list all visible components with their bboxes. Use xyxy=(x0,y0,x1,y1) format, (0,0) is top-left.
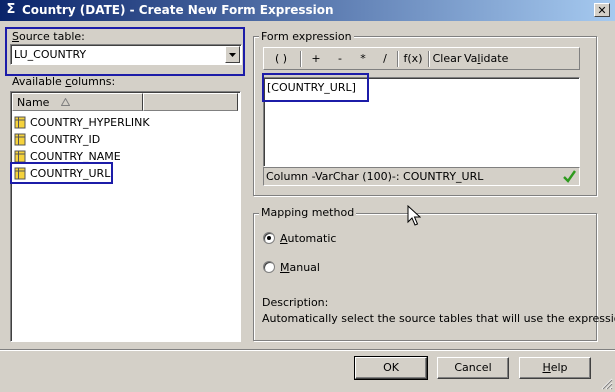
expression-text: [COUNTRY_URL] xyxy=(267,81,356,94)
column-icon xyxy=(14,116,26,129)
multiply-button[interactable]: * xyxy=(353,48,373,70)
available-columns-label: Available columns: xyxy=(12,75,116,88)
toolbar-separator xyxy=(397,51,399,67)
description-text: Automatically select the source tables t… xyxy=(262,312,615,325)
available-columns-list[interactable]: Name COUNTRY_HYPERLINK COUNTRY_ID COUNTR… xyxy=(10,91,241,342)
form-expression-label: Form expression xyxy=(259,30,354,43)
mapping-method-label: Mapping method xyxy=(259,206,357,219)
window-title: Country (DATE) - Create New Form Express… xyxy=(22,3,334,17)
list-item-label: COUNTRY_ID xyxy=(30,133,101,146)
column-icon xyxy=(14,133,26,146)
help-button[interactable]: Help xyxy=(519,357,591,379)
close-button[interactable]: ✕ xyxy=(594,3,610,17)
expression-toolbar: ( ) + - * / f(x) Clear Validate xyxy=(263,47,580,70)
expression-status-bar: Column -VarChar (100)-: COUNTRY_URL xyxy=(263,167,580,186)
column-icon xyxy=(14,167,26,180)
divide-button[interactable]: / xyxy=(375,48,395,70)
list-item-label: COUNTRY_URL xyxy=(30,167,111,180)
minus-button[interactable]: - xyxy=(330,48,350,70)
expression-editor[interactable]: [COUNTRY_URL] xyxy=(263,77,580,167)
manual-radio[interactable] xyxy=(263,261,275,273)
title-bar: Σ Country (DATE) - Create New Form Expre… xyxy=(0,0,615,21)
expression-status-text: Column -VarChar (100)-: COUNTRY_URL xyxy=(266,170,484,183)
toolbar-separator xyxy=(428,51,430,67)
automatic-radio[interactable] xyxy=(263,232,275,244)
bottom-divider xyxy=(0,349,615,351)
source-table-label: Source table: xyxy=(12,30,85,43)
function-button[interactable]: f(x) xyxy=(401,48,425,70)
sort-ascending-icon xyxy=(61,98,70,106)
list-item[interactable]: COUNTRY_NAME xyxy=(14,149,214,165)
mouse-cursor-icon xyxy=(407,205,421,226)
source-table-select[interactable]: LU_COUNTRY xyxy=(10,44,242,65)
cancel-button[interactable]: Cancel xyxy=(437,357,509,379)
column-header-label: Name xyxy=(17,96,50,109)
plus-button[interactable]: + xyxy=(306,48,326,70)
parentheses-button[interactable]: ( ) xyxy=(268,48,294,70)
sigma-icon: Σ xyxy=(6,2,16,17)
manual-label[interactable]: Manual xyxy=(280,261,320,274)
list-item-label: COUNTRY_NAME xyxy=(30,150,121,163)
checkmark-icon xyxy=(563,170,576,183)
column-header-empty[interactable] xyxy=(143,93,238,111)
toolbar-separator xyxy=(300,51,302,67)
column-header-name[interactable]: Name xyxy=(12,93,143,111)
list-item[interactable]: COUNTRY_HYPERLINK xyxy=(14,115,214,131)
list-item[interactable]: COUNTRY_ID xyxy=(14,132,214,148)
description-label: Description: xyxy=(262,296,329,309)
source-table-value: LU_COUNTRY xyxy=(14,48,87,61)
resize-grip-icon[interactable] xyxy=(601,378,613,390)
automatic-label[interactable]: Automatic xyxy=(280,232,336,245)
list-item-selected[interactable]: COUNTRY_URL xyxy=(14,166,214,182)
column-icon xyxy=(14,150,26,163)
ok-button[interactable]: OK xyxy=(354,356,428,380)
dropdown-button[interactable] xyxy=(225,46,240,63)
clear-button[interactable]: Clear xyxy=(432,48,462,70)
list-item-label: COUNTRY_HYPERLINK xyxy=(30,116,150,129)
validate-button[interactable]: Validate xyxy=(464,48,508,70)
chevron-down-icon xyxy=(229,53,236,57)
